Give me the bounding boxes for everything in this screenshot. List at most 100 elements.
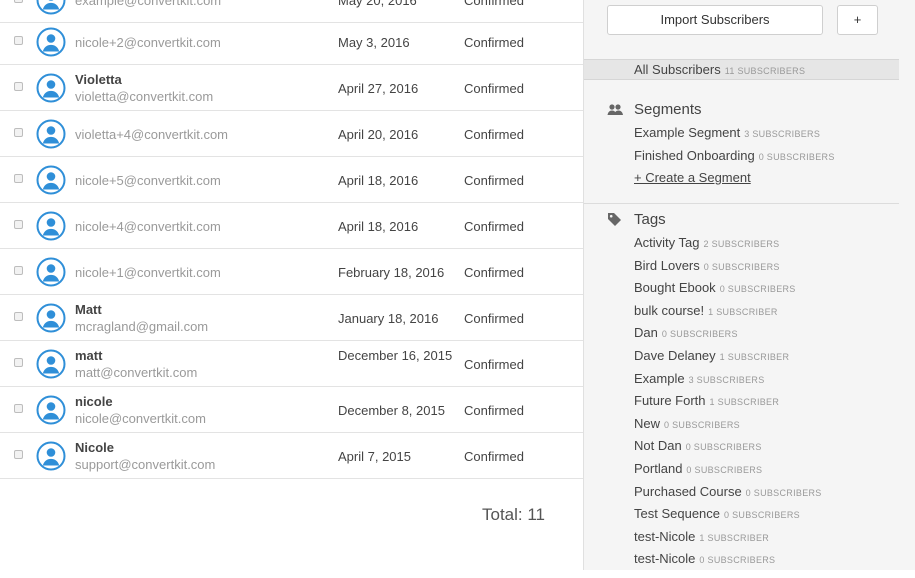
subscriber-status: Confirmed	[464, 265, 524, 280]
subscriber-email: support@convertkit.com	[75, 457, 216, 472]
row-checkbox[interactable]	[14, 128, 23, 137]
subscriber-email[interactable]: violetta+4@convertkit.com	[75, 126, 325, 143]
subscriber-date: April 18, 2016	[338, 219, 419, 234]
table-row[interactable]: nicole nicole@convertkit.com December 8, …	[0, 388, 583, 433]
tag-item[interactable]: Example 3 SUBSCRIBERS	[634, 369, 765, 389]
table-row[interactable]: Nicole support@convertkit.com April 7, 20…	[0, 434, 583, 479]
row-checkbox[interactable]	[14, 450, 23, 459]
row-checkbox[interactable]	[14, 0, 23, 3]
row-checkbox[interactable]	[14, 266, 23, 275]
tag-item[interactable]: Activity Tag 2 SUBSCRIBERS	[634, 233, 779, 253]
sidebar-scroll-track[interactable]	[899, 0, 915, 570]
row-checkbox[interactable]	[14, 404, 23, 413]
table-row[interactable]: nicole+1@convertkit.com February 18, 201…	[0, 250, 583, 295]
table-row[interactable]: nicole+5@convertkit.com April 18, 2016 C…	[0, 158, 583, 203]
tag-icon	[607, 212, 622, 234]
subscriber-status: Confirmed	[464, 81, 524, 96]
user-icon	[36, 165, 66, 195]
row-checkbox[interactable]	[14, 358, 23, 367]
tag-item[interactable]: Not Dan 0 SUBSCRIBERS	[634, 436, 762, 456]
tag-label: New	[634, 416, 661, 431]
tags-title: Tags	[634, 211, 666, 228]
tag-count: 0 SUBSCRIBERS	[699, 555, 776, 565]
subscriber-email[interactable]: nicole+1@convertkit.com	[75, 264, 325, 281]
table-row[interactable]: matt matt@convertkit.com December 16, 201…	[0, 342, 583, 387]
tag-item[interactable]: Purchased Course 0 SUBSCRIBERS	[634, 482, 822, 502]
subscriber-email[interactable]: example@convertkit.com	[75, 0, 325, 9]
subscriber-date: December 8, 2015	[338, 403, 445, 418]
subscriber-email[interactable]: nicole+4@convertkit.com	[75, 218, 325, 235]
row-checkbox[interactable]	[14, 220, 23, 229]
table-row[interactable]: nicole+4@convertkit.com April 18, 2016 C…	[0, 204, 583, 249]
all-subscribers-item[interactable]: All Subscribers 11 SUBSCRIBERS	[584, 59, 900, 80]
tag-item[interactable]: Test Sequence 0 SUBSCRIBERS	[634, 504, 800, 524]
subscriber-email[interactable]: nicole+2@convertkit.com	[75, 34, 325, 51]
subscriber-status: Confirmed	[464, 403, 524, 418]
table-row[interactable]: violetta+4@convertkit.com April 20, 2016…	[0, 112, 583, 157]
tag-label: Dan	[634, 325, 658, 340]
row-checkbox[interactable]	[14, 174, 23, 183]
tag-item[interactable]: Future Forth 1 SUBSCRIBER	[634, 391, 779, 411]
tag-item[interactable]: Dan 0 SUBSCRIBERS	[634, 323, 738, 343]
tag-label: Portland	[634, 461, 683, 476]
avatar	[36, 211, 66, 241]
tag-item[interactable]: New 0 SUBSCRIBERS	[634, 414, 740, 434]
create-segment-link[interactable]: + Create a Segment	[634, 170, 751, 185]
tag-label: Bird Lovers	[634, 258, 700, 273]
all-subscribers-label: All Subscribers	[634, 62, 721, 77]
subscriber-name[interactable]: Matt	[75, 302, 325, 318]
tag-count: 1 SUBSCRIBER	[699, 533, 770, 543]
import-subscribers-button[interactable]: Import Subscribers	[607, 5, 823, 35]
tag-item[interactable]: bulk course! 1 SUBSCRIBER	[634, 301, 778, 321]
tag-label: Purchased Course	[634, 484, 742, 499]
table-row[interactable]: Matt mcragland@gmail.com January 18, 2016…	[0, 296, 583, 341]
subscriber-name[interactable]: matt	[75, 348, 325, 364]
subscriber-name[interactable]: Nicole	[75, 440, 325, 456]
tag-count: 1 SUBSCRIBER	[709, 397, 780, 407]
subscriber-name[interactable]: nicole	[75, 394, 325, 410]
tag-label: Bought Ebook	[634, 280, 716, 295]
tag-count: 1 SUBSCRIBER	[719, 352, 790, 362]
tag-label: Example	[634, 371, 685, 386]
tag-item[interactable]: Bird Lovers 0 SUBSCRIBERS	[634, 256, 780, 276]
tag-item[interactable]: Bought Ebook 0 SUBSCRIBERS	[634, 278, 796, 298]
section-divider	[584, 203, 900, 204]
tag-item[interactable]: test-Nicole 1 SUBSCRIBER	[634, 527, 769, 547]
table-row[interactable]: nicole+2@convertkit.com May 3, 2016 Conf…	[0, 20, 583, 65]
avatar	[36, 165, 66, 195]
segments-title: Segments	[634, 101, 702, 118]
tag-item[interactable]: test-Nicole 0 SUBSCRIBERS	[634, 549, 775, 569]
tag-count: 0 SUBSCRIBERS	[719, 284, 796, 294]
row-checkbox[interactable]	[14, 312, 23, 321]
subscriber-date: February 18, 2016	[338, 265, 445, 280]
subscriber-date: January 18, 2016	[338, 311, 439, 326]
tag-count: 1 SUBSCRIBER	[708, 307, 778, 317]
avatar	[36, 0, 66, 15]
subscriber-email: mcragland@gmail.com	[75, 319, 209, 334]
segment-item[interactable]: Example Segment 3 SUBSCRIBERS	[634, 123, 820, 143]
subscriber-date: April 18, 2016	[338, 173, 419, 188]
table-row[interactable]: Violetta violetta@convertkit.com April 27…	[0, 66, 583, 111]
segment-count: 3 SUBSCRIBERS	[744, 129, 821, 139]
tag-item[interactable]: Portland 0 SUBSCRIBERS	[634, 459, 762, 479]
subscriber-date: April 20, 2016	[338, 127, 419, 142]
subscriber-name[interactable]: Violetta	[75, 72, 325, 88]
row-checkbox[interactable]	[14, 36, 23, 45]
people-icon	[607, 102, 623, 124]
subscriber-email[interactable]: nicole+5@convertkit.com	[75, 172, 325, 189]
avatar	[36, 27, 66, 57]
row-checkbox[interactable]	[14, 82, 23, 91]
subscriber-status: Confirmed	[464, 449, 524, 464]
avatar	[36, 303, 66, 333]
tag-label: Dave Delaney	[634, 348, 716, 363]
user-icon	[36, 0, 66, 15]
user-icon	[36, 211, 66, 241]
tag-item[interactable]: Dave Delaney 1 SUBSCRIBER	[634, 346, 789, 366]
tag-count: 0 SUBSCRIBERS	[685, 442, 762, 452]
segment-label: Example Segment	[634, 125, 741, 140]
tag-count: 0 SUBSCRIBERS	[703, 262, 780, 272]
subscriber-date: April 27, 2016	[338, 81, 419, 96]
segment-label: Finished Onboarding	[634, 148, 755, 163]
segment-item[interactable]: Finished Onboarding 0 SUBSCRIBERS	[634, 146, 835, 166]
add-subscriber-button[interactable]: +	[837, 5, 878, 35]
